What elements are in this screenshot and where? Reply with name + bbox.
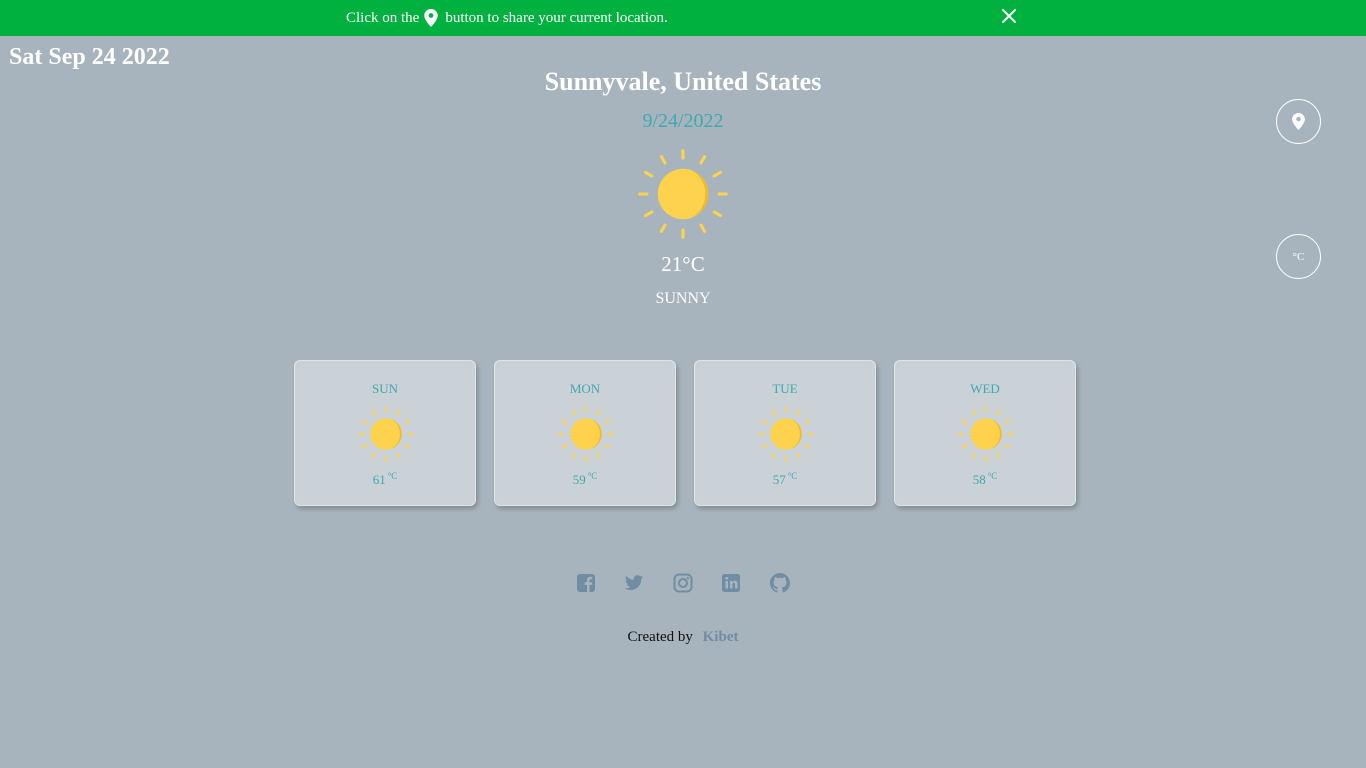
- weather-condition: SUNNY: [655, 290, 711, 307]
- current-temperature: 21°C: [661, 252, 705, 276]
- forecast-card-wed: WED 58 °C: [894, 360, 1076, 506]
- forecast-temp-value: 57: [772, 472, 786, 487]
- forecast-temp-unit: °C: [787, 471, 798, 481]
- sun-icon: [758, 406, 814, 462]
- location-pin-icon: [424, 9, 439, 27]
- footer-credit: Created by Kibet: [0, 629, 1366, 646]
- banner-text-before: Click on the: [346, 9, 420, 26]
- instagram-icon[interactable]: [673, 573, 693, 593]
- forecast-day: MON: [569, 381, 601, 396]
- forecast-day: TUE: [772, 381, 798, 396]
- sun-icon: [958, 406, 1014, 462]
- created-by-label: Created by: [627, 629, 693, 645]
- forecast-temperature: 57 °C: [695, 471, 875, 488]
- forecast-card-sun: SUN 61 °C: [294, 360, 476, 506]
- share-location-button[interactable]: [1276, 99, 1321, 144]
- location-title: Sunnyvale, United States: [544, 67, 822, 96]
- github-icon[interactable]: [770, 573, 790, 593]
- forecast-temp-unit: °C: [387, 471, 398, 481]
- forecast-temperature: 58 °C: [895, 471, 1075, 488]
- author-link[interactable]: Kibet: [703, 629, 739, 645]
- linkedin-icon[interactable]: [721, 573, 741, 593]
- unit-toggle-button[interactable]: °C: [1276, 234, 1321, 279]
- location-banner: Click on the button to share your curren…: [0, 0, 1366, 36]
- forecast-temp-unit: °C: [987, 471, 998, 481]
- unit-toggle-label: °C: [1292, 250, 1305, 263]
- twitter-icon[interactable]: [624, 573, 644, 593]
- forecast-temp-value: 61: [372, 472, 386, 487]
- sun-icon: [638, 149, 728, 239]
- sun-icon: [558, 406, 614, 462]
- sun-icon: [358, 406, 414, 462]
- facebook-icon[interactable]: [576, 573, 596, 593]
- forecast-temp-value: 58: [972, 472, 986, 487]
- current-date: 9/24/2022: [642, 110, 724, 132]
- close-icon[interactable]: [1000, 7, 1018, 25]
- banner-text-after: button to share your current location.: [445, 9, 668, 26]
- banner-message: Click on the button to share your curren…: [346, 9, 668, 27]
- forecast-temp-unit: °C: [587, 471, 598, 481]
- forecast-card-mon: MON 59 °C: [494, 360, 676, 506]
- forecast-temp-value: 59: [572, 472, 586, 487]
- forecast-card-tue: TUE 57 °C: [694, 360, 876, 506]
- forecast-day: WED: [970, 381, 1000, 396]
- forecast-temperature: 59 °C: [495, 471, 675, 488]
- location-pin-icon: [1292, 113, 1305, 130]
- forecast-temperature: 61 °C: [295, 471, 475, 488]
- forecast-day: SUN: [371, 381, 398, 396]
